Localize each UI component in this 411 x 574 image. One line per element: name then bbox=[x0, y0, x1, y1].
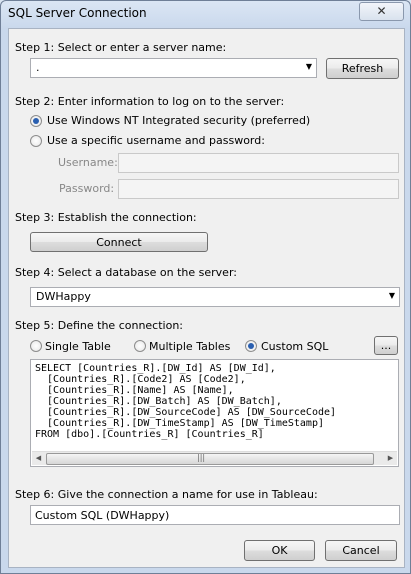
chevron-down-icon[interactable]: ▼ bbox=[389, 291, 395, 300]
sql-line: SELECT [Countries_R].[DW_Id] AS [DW_Id], bbox=[35, 363, 276, 374]
sql-line: [Countries_R].[Name] AS [Name], bbox=[35, 385, 234, 396]
connection-name-field[interactable]: Custom SQL (DWHappy) bbox=[30, 505, 400, 525]
grip-icon: ||| bbox=[197, 453, 206, 462]
specific-auth-radio[interactable] bbox=[30, 135, 42, 147]
multiple-tables-label[interactable]: Multiple Tables bbox=[149, 340, 230, 353]
refresh-button[interactable]: Refresh bbox=[326, 58, 399, 79]
dialog-body: Step 1: Select or enter a server name: .… bbox=[8, 28, 405, 568]
specific-auth-label[interactable]: Use a specific username and password: bbox=[47, 134, 265, 147]
step2-label: Step 2: Enter information to log on to t… bbox=[15, 95, 285, 108]
close-icon: ✕ bbox=[376, 4, 387, 18]
custom-sql-textarea[interactable]: SELECT [Countries_R].[DW_Id] AS [DW_Id],… bbox=[30, 359, 399, 467]
username-field[interactable] bbox=[118, 153, 399, 173]
chevron-down-icon[interactable]: ▼ bbox=[306, 62, 312, 71]
single-table-label[interactable]: Single Table bbox=[45, 340, 111, 353]
server-name-combo[interactable]: . ▼ bbox=[30, 58, 317, 78]
step5-label: Step 5: Define the connection: bbox=[15, 319, 184, 332]
scroll-left-icon[interactable]: ◀ bbox=[32, 452, 45, 465]
scroll-right-icon[interactable]: ▶ bbox=[384, 452, 397, 465]
multiple-tables-radio[interactable] bbox=[134, 340, 146, 352]
custom-sql-label[interactable]: Custom SQL bbox=[261, 340, 328, 353]
sql-line: [Countries_R].[DW_Batch] AS [DW_Batch], bbox=[35, 396, 282, 407]
custom-sql-radio[interactable] bbox=[245, 340, 257, 352]
password-label: Password: bbox=[59, 182, 115, 195]
windows-auth-label[interactable]: Use Windows NT Integrated security (pref… bbox=[47, 114, 310, 127]
scrollbar-thumb[interactable]: ||| bbox=[46, 453, 374, 465]
password-field[interactable] bbox=[118, 179, 399, 199]
step3-label: Step 3: Establish the connection: bbox=[15, 211, 197, 224]
connect-button[interactable]: Connect bbox=[30, 232, 208, 252]
ok-button[interactable]: OK bbox=[244, 540, 315, 561]
cancel-button[interactable]: Cancel bbox=[325, 540, 397, 561]
connection-name-value: Custom SQL (DWHappy) bbox=[35, 509, 170, 522]
single-table-radio[interactable] bbox=[30, 340, 42, 352]
sql-server-connection-dialog: SQL Server Connection ✕ Step 1: Select o… bbox=[0, 0, 411, 574]
database-combo[interactable]: DWHappy ▼ bbox=[30, 287, 400, 307]
close-button[interactable]: ✕ bbox=[359, 2, 404, 21]
server-name-value: . bbox=[36, 61, 40, 74]
sql-line: [Countries_R].[DW_TimeStamp] AS [DW_Time… bbox=[35, 418, 324, 429]
database-value: DWHappy bbox=[36, 290, 91, 303]
step6-label: Step 6: Give the connection a name for u… bbox=[15, 488, 318, 501]
username-label: Username: bbox=[58, 156, 118, 169]
step4-label: Step 4: Select a database on the server: bbox=[15, 266, 237, 279]
sql-line: [Countries_R].[DW_SourceCode] AS [DW_Sou… bbox=[35, 407, 337, 418]
title-bar: SQL Server Connection ✕ bbox=[1, 1, 410, 27]
sql-line: FROM [dbo].[Countries_R] [Countries_R] bbox=[35, 429, 264, 440]
edit-sql-button[interactable]: ... bbox=[374, 336, 398, 355]
step1-label: Step 1: Select or enter a server name: bbox=[15, 41, 227, 54]
sql-line: [Countries_R].[Code2] AS [Code2], bbox=[35, 374, 246, 385]
horizontal-scrollbar[interactable]: ◀ ||| ▶ bbox=[32, 451, 397, 465]
windows-auth-radio[interactable] bbox=[30, 115, 42, 127]
window-title: SQL Server Connection bbox=[8, 6, 147, 20]
